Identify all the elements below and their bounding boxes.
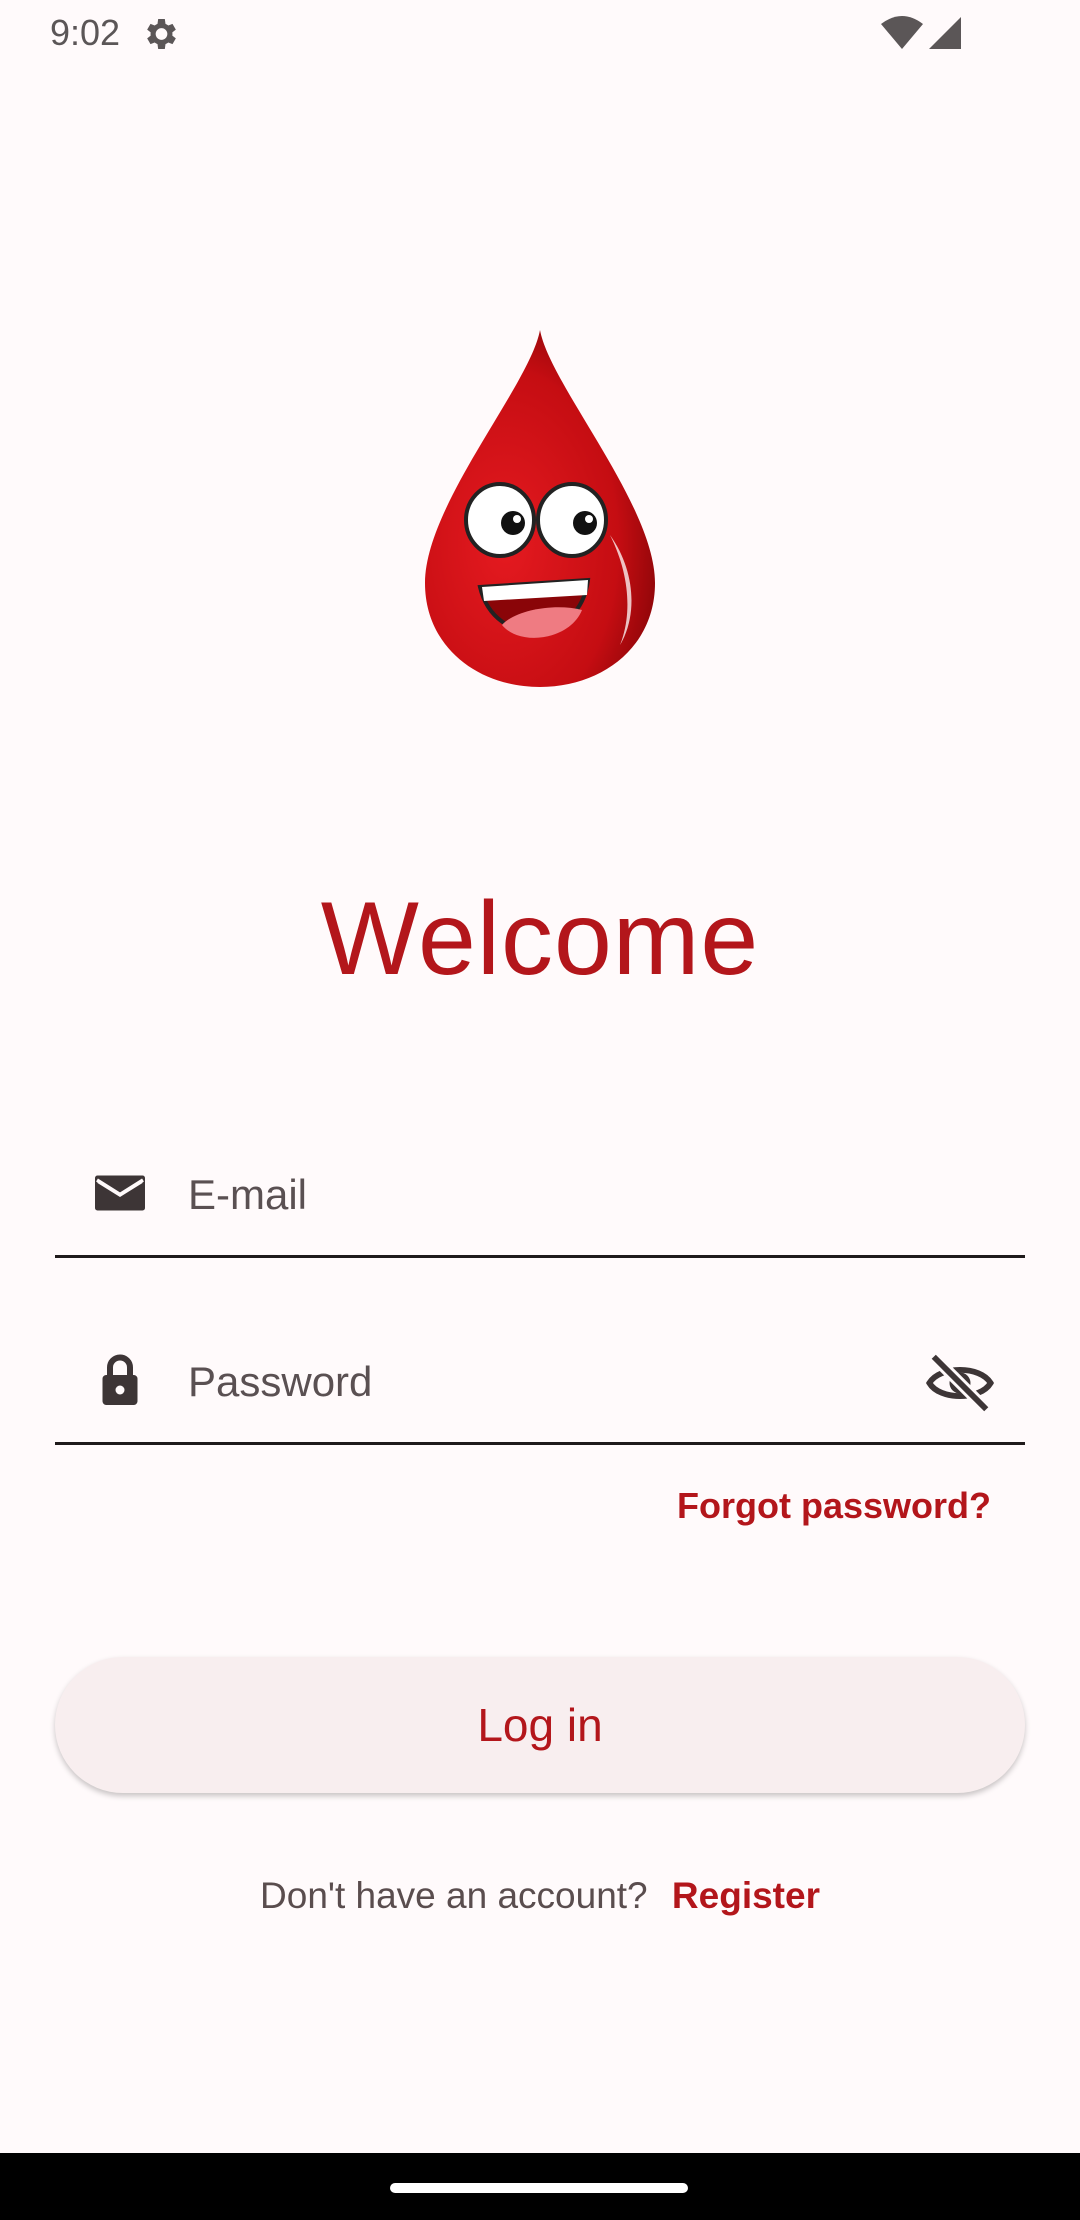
lock-icon xyxy=(102,1354,138,1405)
forgot-password-link[interactable]: Forgot password? xyxy=(677,1485,991,1527)
password-field[interactable] xyxy=(55,1322,1025,1445)
visibility-off-icon[interactable] xyxy=(925,1348,995,1418)
register-prompt: Don't have an account? xyxy=(260,1875,648,1916)
email-field[interactable] xyxy=(55,1135,1025,1258)
welcome-title: Welcome xyxy=(320,881,760,997)
status-time: 9:02 xyxy=(50,12,121,53)
password-input[interactable] xyxy=(188,1352,888,1412)
register-row: Don't have an account? Register xyxy=(0,1875,1080,1917)
register-link[interactable]: Register xyxy=(672,1875,820,1916)
home-gesture-handle[interactable] xyxy=(390,2183,688,2193)
signal-icon xyxy=(929,17,961,49)
login-screen: 9:02 Welcome E-mail Forgot password? Log… xyxy=(0,0,1080,2220)
wifi-icon xyxy=(881,16,923,49)
gear-icon xyxy=(147,19,176,49)
login-button[interactable]: Log in xyxy=(55,1657,1025,1793)
mail-icon xyxy=(95,1175,145,1211)
status-bar: 9:02 xyxy=(0,0,1080,66)
navigation-bar xyxy=(0,2153,1080,2220)
blood-drop-mascot-icon xyxy=(425,330,655,687)
email-input[interactable] xyxy=(188,1165,888,1225)
